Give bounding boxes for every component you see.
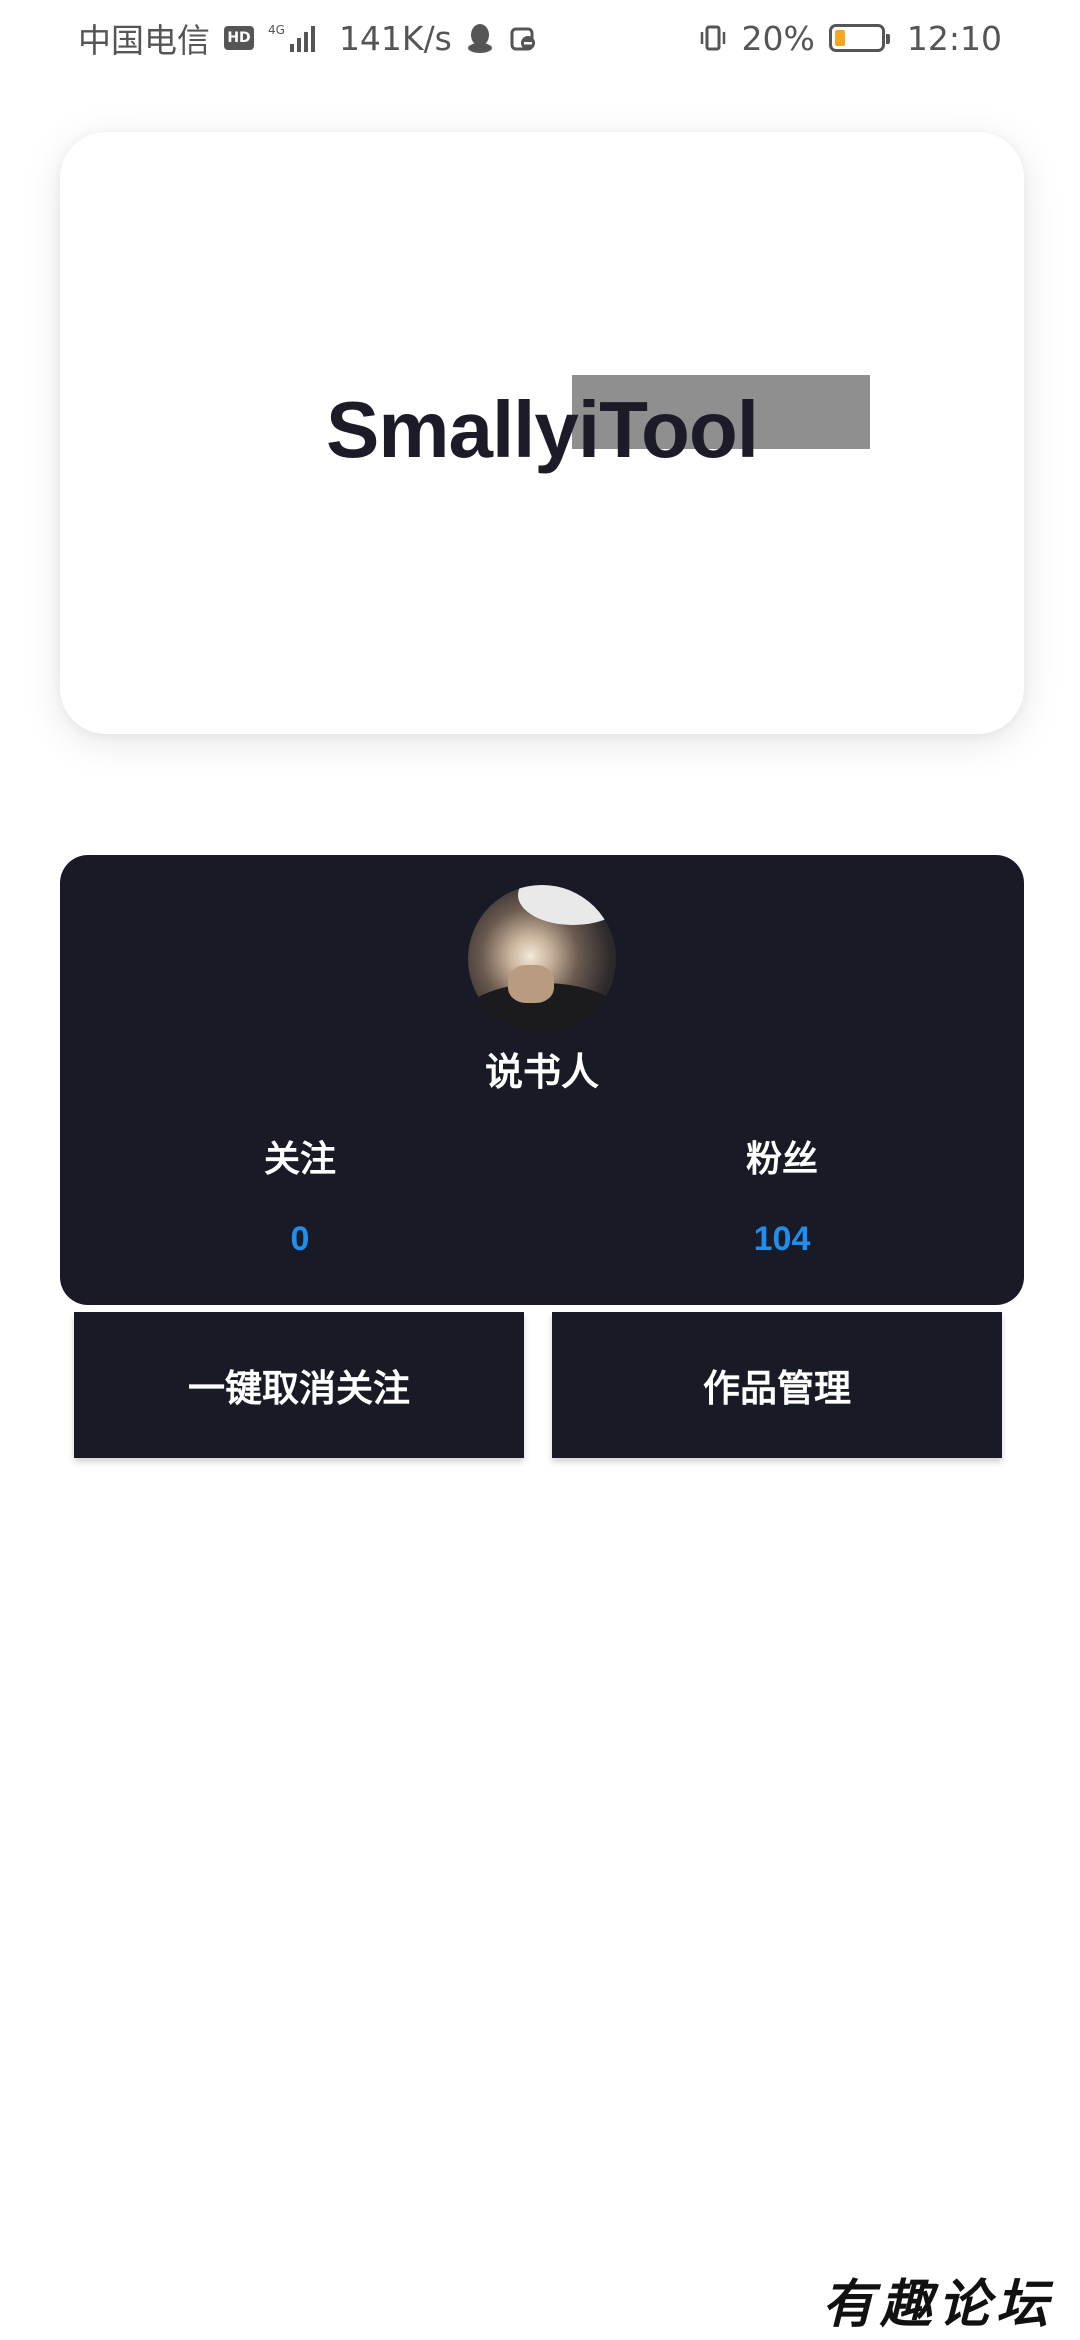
network-speed: 141K/s bbox=[338, 18, 452, 58]
clock-time: 12:10 bbox=[906, 18, 1002, 58]
qq-penguin-icon bbox=[467, 24, 492, 53]
following-count: 0 bbox=[290, 1220, 310, 1258]
notification-app-icon bbox=[510, 27, 535, 51]
status-bar-right: 20% 12:10 bbox=[698, 19, 1002, 58]
status-bar-left: 中国电信 HD 4G 141K/s bbox=[78, 14, 538, 62]
followers-count: 104 bbox=[753, 1220, 811, 1258]
status-bar: 中国电信 HD 4G 141K/s 20% 12:10 bbox=[0, 0, 1080, 76]
following-stat[interactable]: 关注 0 bbox=[190, 1130, 410, 1259]
battery-percent: 20% bbox=[741, 18, 815, 58]
followers-label: 粉丝 bbox=[745, 1138, 818, 1179]
network-type: 4G bbox=[268, 23, 285, 37]
battery-icon bbox=[828, 24, 890, 52]
forum-watermark: 有趣论坛 bbox=[821, 2274, 1054, 2335]
carrier-name: 中国电信 bbox=[78, 21, 210, 60]
following-label: 关注 bbox=[263, 1138, 336, 1179]
vibrate-icon bbox=[700, 25, 725, 51]
hd-badge: HD bbox=[224, 26, 254, 50]
followers-stat[interactable]: 粉丝 104 bbox=[672, 1130, 892, 1259]
username: 说书人 bbox=[484, 1052, 599, 1094]
signal-icon: 4G bbox=[268, 24, 315, 52]
unfollow-all-button[interactable]: 一键取消关注 bbox=[74, 1312, 524, 1458]
avatar[interactable] bbox=[468, 885, 616, 1033]
app-title: SmallyiTool bbox=[325, 385, 759, 474]
battery-level bbox=[834, 30, 845, 46]
banner-card: SmallyiTool bbox=[60, 132, 1024, 734]
manage-works-button[interactable]: 作品管理 bbox=[552, 1312, 1002, 1458]
profile-card: 说书人 关注 0 粉丝 104 bbox=[60, 855, 1024, 1305]
app-screen: 中国电信 HD 4G 141K/s 20% 12:10 SmallyiTool … bbox=[0, 0, 1080, 2340]
